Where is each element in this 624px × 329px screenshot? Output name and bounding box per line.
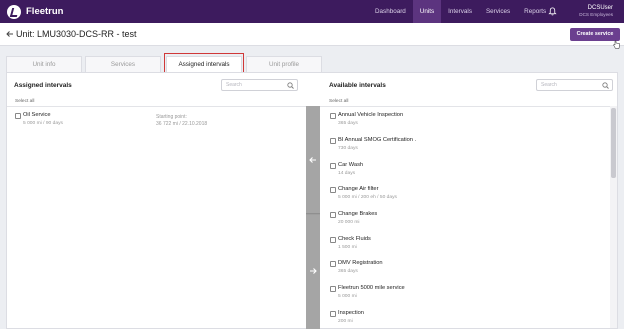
bell-icon[interactable] <box>548 7 557 16</box>
list-item[interactable]: Change Air filter 5 000 mi / 200 eh / 50… <box>330 186 600 202</box>
available-scrollbar[interactable] <box>610 106 617 328</box>
user-menu[interactable]: DCSUser DCS Employees <box>575 5 613 17</box>
nav-dashboard[interactable]: Dashboard <box>368 0 413 23</box>
list-item[interactable]: Car Wash 14 days <box>330 162 600 178</box>
search-icon <box>287 82 294 89</box>
interval-detail: 730 days <box>338 146 358 151</box>
hand-cursor-icon <box>613 40 620 49</box>
checkbox[interactable] <box>330 163 336 169</box>
page-header: Unit: LMU3030-DCS-RR - test <box>0 23 624 46</box>
arrow-left-icon <box>309 157 316 163</box>
highlight-box <box>164 53 244 74</box>
list-item[interactable]: Inspection 200 mi <box>330 310 600 326</box>
assigned-intervals-title: Assigned intervals <box>14 82 72 89</box>
main-nav: Dashboard Units Intervals Services Repor… <box>368 0 553 23</box>
interval-name: Car Wash <box>338 162 364 168</box>
assigned-header-divider <box>7 106 306 107</box>
assigned-search-placeholder: Search <box>226 82 242 88</box>
starting-point-label: Starting point: <box>156 114 187 120</box>
list-item[interactable]: BI Annual SMOG Certification . 730 days <box>330 137 600 153</box>
interval-detail: 1 500 mi <box>338 245 357 250</box>
interval-detail: 365 days <box>338 269 358 274</box>
tab-unit-profile[interactable]: Unit profile <box>246 56 322 72</box>
interval-detail: 20 000 mi <box>338 220 360 225</box>
transfer-bar <box>306 106 320 329</box>
interval-detail: 200 mi <box>338 319 353 324</box>
interval-name: Fleetrun 5000 mile service <box>338 285 405 291</box>
tab-services[interactable]: Services <box>85 56 161 72</box>
interval-detail: 5 000 mi / 200 eh / 50 days <box>338 195 397 200</box>
list-item[interactable]: Fleetrun 5000 mile service 5 000 mi <box>330 285 600 301</box>
interval-name: Change Air filter <box>338 186 379 192</box>
interval-name: Annual Vehicle Inspection <box>338 112 404 118</box>
available-header-divider <box>320 106 617 107</box>
list-item[interactable]: Oil Service 5 000 mi / 90 days Starting … <box>15 112 295 128</box>
available-search-placeholder: Search <box>541 82 557 88</box>
list-item[interactable]: Annual Vehicle Inspection 365 days <box>330 112 600 128</box>
move-left-button[interactable] <box>306 106 320 214</box>
checkbox[interactable] <box>330 311 336 317</box>
interval-name: BI Annual SMOG Certification . <box>338 137 417 143</box>
checkbox[interactable] <box>330 113 336 119</box>
app-name: Fleetrun <box>26 6 64 17</box>
user-name: DCSUser <box>587 5 613 11</box>
list-item[interactable]: Check Fluids 1 500 mi <box>330 236 600 252</box>
available-select-all[interactable]: Select all <box>329 99 348 104</box>
interval-detail: 365 days <box>338 121 358 126</box>
checkbox[interactable] <box>330 286 336 292</box>
available-intervals-title: Available intervals <box>329 82 386 89</box>
back-arrow-icon[interactable] <box>6 30 14 38</box>
checkbox[interactable] <box>330 187 336 193</box>
tab-unit-info[interactable]: Unit info <box>6 56 82 72</box>
page-title: Unit: LMU3030-DCS-RR - test <box>16 29 137 39</box>
top-navigation-bar: Fleetrun Dashboard Units Intervals Servi… <box>0 0 624 23</box>
interval-detail: 5 000 mi <box>338 294 357 299</box>
checkbox[interactable] <box>330 261 336 267</box>
move-right-button[interactable] <box>306 215 320 329</box>
list-item[interactable]: Change Brakes 20 000 mi <box>330 211 600 227</box>
nav-services[interactable]: Services <box>479 0 517 23</box>
arrow-right-icon <box>310 268 317 274</box>
assigned-search-input[interactable]: Search <box>221 79 298 91</box>
assigned-select-all[interactable]: Select all <box>15 99 34 104</box>
nav-intervals[interactable]: Intervals <box>441 0 479 23</box>
checkbox[interactable] <box>330 138 336 144</box>
search-icon <box>602 82 609 89</box>
checkbox[interactable] <box>330 237 336 243</box>
nav-units[interactable]: Units <box>412 0 442 23</box>
checkbox[interactable] <box>330 212 336 218</box>
available-search-input[interactable]: Search <box>536 79 613 91</box>
interval-detail: 14 days <box>338 171 356 176</box>
interval-name: Oil Service <box>23 112 51 118</box>
interval-name: Inspection <box>338 310 364 316</box>
scrollbar-thumb[interactable] <box>611 108 616 178</box>
interval-name: Check Fluids <box>338 236 371 242</box>
list-item[interactable]: DMV Registration 365 days <box>330 260 600 276</box>
user-role: DCS Employees <box>579 12 613 17</box>
starting-point-value: 36 722 mi / 22.10.2018 <box>156 121 208 127</box>
interval-name: Change Brakes <box>338 211 378 217</box>
fleetrun-logo-icon <box>7 4 21 19</box>
interval-detail: 5 000 mi / 90 days <box>23 121 63 126</box>
interval-name: DMV Registration <box>338 260 383 266</box>
checkbox[interactable] <box>15 113 21 119</box>
app-logo[interactable]: Fleetrun <box>7 4 64 19</box>
